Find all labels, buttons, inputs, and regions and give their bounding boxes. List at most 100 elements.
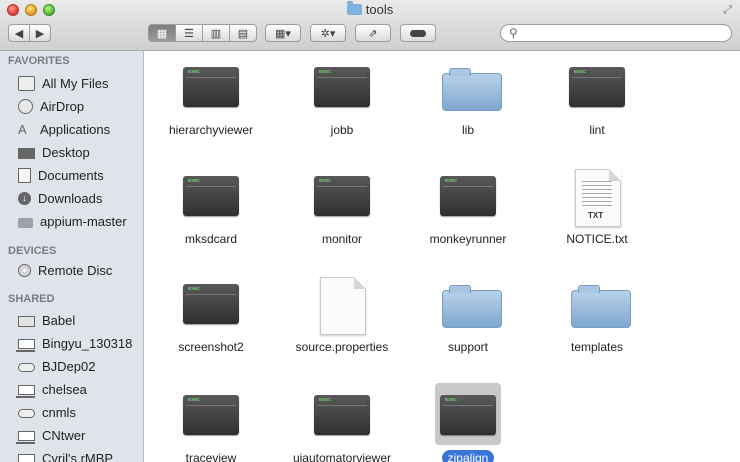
file-item-notice-txt[interactable]: TXT NOTICE.txt xyxy=(533,160,653,264)
forward-button[interactable]: ▶ xyxy=(29,24,51,42)
list-view-button[interactable]: ☰ xyxy=(175,24,203,42)
share-icon: ⇗ xyxy=(368,27,378,40)
file-item-screenshot2[interactable]: screenshot2 xyxy=(147,268,267,372)
sidebar-section-shared: SHARED xyxy=(8,293,55,305)
tags-button[interactable] xyxy=(400,24,436,42)
text-document-icon: TXT xyxy=(575,169,621,227)
sidebar-item-appium-master[interactable]: appium-master xyxy=(18,211,143,231)
file-name: monitor xyxy=(321,232,362,246)
sidebar-item-bingyu-130318[interactable]: Bingyu_130318 xyxy=(16,333,143,353)
back-button[interactable]: ◀ xyxy=(8,24,30,42)
all-files-icon xyxy=(18,75,35,91)
executable-icon xyxy=(314,395,370,435)
sidebar-item-downloads[interactable]: ↓ Downloads xyxy=(18,188,143,208)
file-item-uiautomatorviewer[interactable]: uiautomatorviewer xyxy=(278,379,398,462)
sidebar-item-label: AirDrop xyxy=(40,98,85,114)
executable-icon xyxy=(183,67,239,107)
network-drive-icon xyxy=(18,409,35,418)
title-bar: tools ⤢ ◀ ▶ ▦ ☰ ▥ ▤ ▦▾ ✲▾ ⇗ ⚲ xyxy=(0,0,740,51)
document-icon xyxy=(320,277,366,335)
file-item-source-properties[interactable]: source.properties xyxy=(278,268,398,372)
file-item-hierarchyviewer[interactable]: hierarchyviewer xyxy=(147,51,267,155)
file-item-templates[interactable]: templates xyxy=(533,268,653,372)
executable-icon xyxy=(440,395,496,435)
icon-view-button[interactable]: ▦ xyxy=(148,24,176,42)
file-name: uiautomatorviewer xyxy=(292,451,392,462)
tag-pill-icon xyxy=(410,29,426,37)
file-item-lib[interactable]: lib xyxy=(404,51,524,155)
column-view-button[interactable]: ▥ xyxy=(202,24,230,42)
share-button[interactable]: ⇗ xyxy=(355,24,391,42)
laptop-icon xyxy=(16,384,35,398)
icon-view-icon: ▦ xyxy=(156,27,168,40)
disc-icon xyxy=(18,263,31,277)
laptop-icon xyxy=(18,453,35,462)
desktop-icon xyxy=(18,147,35,159)
sidebar-item-remote-disc[interactable]: Remote Disc xyxy=(18,260,143,280)
file-name-selected: zipalign xyxy=(404,450,532,462)
file-item-lint[interactable]: lint xyxy=(533,51,653,155)
file-item-mksdcard[interactable]: mksdcard xyxy=(147,160,267,264)
sidebar-item-applications[interactable]: A Applications xyxy=(18,119,143,139)
file-item-jobb[interactable]: jobb xyxy=(278,51,398,155)
executable-icon xyxy=(314,176,370,216)
file-name: lint xyxy=(589,123,605,137)
documents-icon xyxy=(18,167,31,183)
sidebar-item-label: Downloads xyxy=(38,190,103,206)
server-icon xyxy=(18,315,35,327)
sidebar-item-label: Documents xyxy=(38,167,104,183)
search-icon: ⚲ xyxy=(509,26,518,40)
file-name: templates xyxy=(570,340,624,354)
file-name: screenshot2 xyxy=(178,340,244,354)
list-view-icon: ☰ xyxy=(184,27,194,40)
file-name: traceview xyxy=(185,451,237,462)
search-input[interactable] xyxy=(523,26,727,42)
gear-icon: ✲▾ xyxy=(320,27,336,40)
coverflow-view-icon: ▤ xyxy=(237,27,249,40)
sidebar-item-label: chelsea xyxy=(42,381,87,397)
sidebar-item-cnmls[interactable]: cnmls xyxy=(18,402,143,422)
window-title: tools xyxy=(365,2,394,17)
sidebar-section-favorites: FAVORITES xyxy=(8,55,70,67)
sidebar-item-label: Applications xyxy=(40,121,111,137)
file-item-traceview[interactable]: traceview xyxy=(147,379,267,462)
file-item-support[interactable]: support xyxy=(404,268,524,372)
file-name: support xyxy=(447,340,489,354)
finder-window: tools ⤢ ◀ ▶ ▦ ☰ ▥ ▤ ▦▾ ✲▾ ⇗ ⚲ FAVORITES … xyxy=(0,0,740,462)
selected-file-label: zipalign xyxy=(441,450,495,462)
sidebar-item-label: appium-master xyxy=(40,213,127,229)
action-button[interactable]: ✲▾ xyxy=(310,24,346,42)
txt-badge: TXT xyxy=(588,211,604,220)
file-name: monkeyrunner xyxy=(429,232,507,246)
sidebar-item-label: Cyril's rMBP xyxy=(42,450,114,462)
network-drive-icon xyxy=(18,363,35,372)
arrange-button[interactable]: ▦▾ xyxy=(265,24,301,42)
executable-icon xyxy=(183,176,239,216)
search-field[interactable]: ⚲ xyxy=(500,24,732,42)
file-item-monkeyrunner[interactable]: monkeyrunner xyxy=(404,160,524,264)
executable-icon xyxy=(569,67,625,107)
sidebar-item-chelsea[interactable]: chelsea xyxy=(16,379,143,399)
file-grid: hierarchyviewer jobb lib lint mksdcard m… xyxy=(144,51,740,462)
folder-icon xyxy=(442,285,502,328)
sidebar-item-all-my-files[interactable]: All My Files xyxy=(18,73,143,93)
sidebar-item-airdrop[interactable]: AirDrop xyxy=(18,96,143,116)
file-name: NOTICE.txt xyxy=(566,232,628,246)
sidebar-item-bjdep02[interactable]: BJDep02 xyxy=(18,356,143,376)
folder-icon xyxy=(571,285,631,328)
sidebar-item-label: cnmls xyxy=(42,404,76,420)
sidebar-item-desktop[interactable]: Desktop xyxy=(18,142,143,162)
airdrop-icon xyxy=(18,98,33,114)
sidebar-item-documents[interactable]: Documents xyxy=(18,165,143,185)
coverflow-view-button[interactable]: ▤ xyxy=(229,24,257,42)
executable-icon xyxy=(314,67,370,107)
folder-icon xyxy=(442,68,502,111)
fullscreen-icon[interactable]: ⤢ xyxy=(723,4,732,17)
file-item-monitor[interactable]: monitor xyxy=(278,160,398,264)
file-item-zipalign[interactable]: zipalign xyxy=(404,379,524,462)
sidebar-item-babel[interactable]: Babel xyxy=(18,310,143,330)
sidebar-item-label: Desktop xyxy=(42,144,90,160)
sidebar-section-devices: DEVICES xyxy=(8,245,57,257)
sidebar-item-cntwer[interactable]: CNtwer xyxy=(16,425,143,445)
sidebar-item-cyrils-rmbp[interactable]: Cyril's rMBP xyxy=(18,448,143,462)
